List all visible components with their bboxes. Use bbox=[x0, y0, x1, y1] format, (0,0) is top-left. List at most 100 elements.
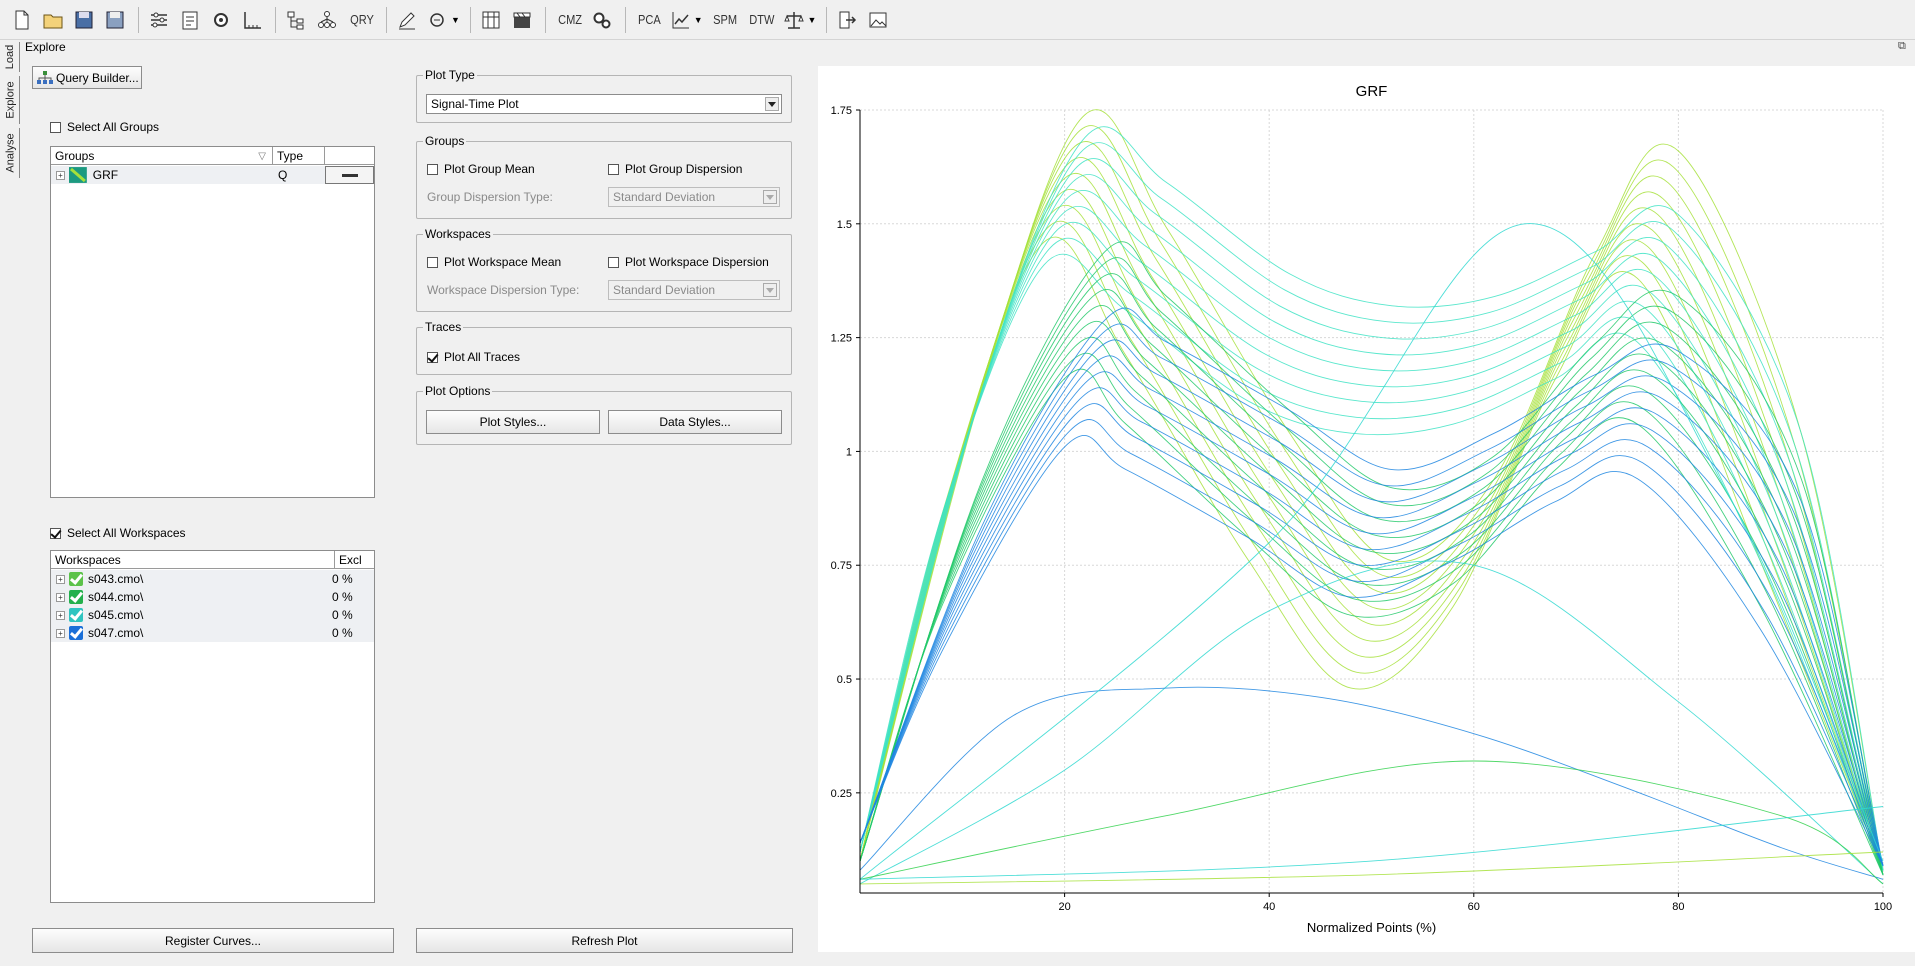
dropdown-arrow-icon[interactable] bbox=[763, 190, 777, 204]
series-line[interactable] bbox=[859, 220, 1884, 871]
data-styles-button[interactable]: Data Styles... bbox=[608, 410, 782, 434]
register-curves-button[interactable]: Register Curves... bbox=[32, 928, 394, 953]
group-style-swatch[interactable] bbox=[325, 166, 375, 184]
workspaces-column-header[interactable]: Workspaces bbox=[51, 551, 335, 569]
grf-chart[interactable]: 0.25 0.5 0.75 1 1.25 1.5 1.75 20 40 60 80 100 GRF Nor… bbox=[818, 66, 1915, 952]
series-line[interactable] bbox=[859, 307, 1884, 866]
calculator-button[interactable] bbox=[477, 6, 505, 34]
open-folder-button[interactable] bbox=[39, 6, 67, 34]
color-column-header[interactable] bbox=[325, 147, 374, 165]
plot-group-mean-box[interactable] bbox=[427, 163, 438, 175]
select-all-workspaces-checkbox[interactable]: Select All Workspaces bbox=[50, 526, 186, 540]
plot-group-mean-checkbox[interactable]: Plot Group Mean bbox=[427, 162, 535, 176]
plot-area[interactable]: 0.25 0.5 0.75 1 1.25 1.5 1.75 20 40 60 80 100 GRF Nor… bbox=[818, 66, 1915, 952]
image-button[interactable] bbox=[864, 6, 892, 34]
spm-button[interactable]: SPM bbox=[709, 6, 740, 34]
series-line[interactable] bbox=[859, 237, 1884, 871]
workspaces-table-header: Workspaces Excl bbox=[51, 551, 374, 569]
plot-all-traces-checkbox[interactable]: Plot All Traces bbox=[427, 350, 520, 364]
series-line[interactable] bbox=[859, 387, 1884, 866]
tree-hierarchy-button[interactable] bbox=[282, 6, 310, 34]
series-line[interactable] bbox=[859, 419, 1884, 866]
plot-styles-button[interactable]: Plot Styles... bbox=[426, 410, 600, 434]
plot-workspace-dispersion-box[interactable] bbox=[608, 256, 619, 268]
tab-load[interactable]: Load bbox=[2, 42, 20, 72]
series-line[interactable] bbox=[859, 320, 1884, 875]
balance-button[interactable] bbox=[780, 6, 808, 34]
plot-all-traces-box[interactable] bbox=[427, 351, 438, 363]
dropdown-arrow-icon[interactable]: ▼ bbox=[694, 15, 703, 25]
series-line[interactable] bbox=[859, 174, 1884, 871]
link-button[interactable] bbox=[424, 6, 452, 34]
plot-type-select[interactable]: Signal-Time Plot bbox=[426, 94, 782, 114]
dropdown-arrow-icon[interactable] bbox=[763, 283, 777, 297]
properties-button[interactable] bbox=[176, 6, 204, 34]
series-line[interactable] bbox=[859, 686, 1884, 880]
series-line[interactable] bbox=[859, 273, 1884, 875]
groups-table-header: Groups ▽ Type bbox=[51, 147, 374, 165]
series-line[interactable] bbox=[859, 304, 1884, 875]
workspace-row[interactable]: + s047.cmo\ 0 % bbox=[51, 624, 374, 642]
plot-group-dispersion-box[interactable] bbox=[608, 163, 619, 175]
dtw-button[interactable]: DTW bbox=[746, 6, 778, 34]
dropdown-arrow-icon[interactable] bbox=[765, 97, 779, 111]
plot-workspace-dispersion-checkbox[interactable]: Plot Workspace Dispersion bbox=[608, 255, 769, 269]
query-builder-button[interactable]: Query Builder... bbox=[32, 66, 142, 89]
select-all-groups-checkbox[interactable]: Select All Groups bbox=[50, 120, 159, 134]
tab-explore[interactable]: Explore bbox=[2, 76, 20, 124]
series-line[interactable] bbox=[859, 323, 1884, 866]
pca-button[interactable]: PCA bbox=[635, 6, 665, 34]
series-line[interactable] bbox=[859, 236, 1884, 871]
workspace-dispersion-type-select[interactable]: Standard Deviation bbox=[608, 280, 780, 300]
save-as-button[interactable] bbox=[101, 6, 129, 34]
save-button[interactable] bbox=[70, 6, 98, 34]
series-line[interactable] bbox=[859, 257, 1884, 875]
plot-styles-label: Plot Styles... bbox=[479, 415, 547, 429]
clapper-button[interactable] bbox=[508, 6, 536, 34]
refresh-plot-button[interactable]: Refresh Plot bbox=[416, 928, 793, 953]
edit-pen-button[interactable] bbox=[393, 6, 421, 34]
refresh-plot-label: Refresh Plot bbox=[571, 933, 638, 948]
workspace-row[interactable]: + s044.cmo\ 0 % bbox=[51, 588, 374, 606]
series-line[interactable] bbox=[859, 560, 1884, 885]
series-line[interactable] bbox=[859, 851, 1884, 885]
export-button[interactable] bbox=[833, 6, 861, 34]
gears-button[interactable] bbox=[588, 6, 616, 34]
expand-icon[interactable]: + bbox=[56, 610, 65, 620]
select-all-workspaces-box[interactable] bbox=[50, 527, 61, 539]
plot-group-dispersion-checkbox[interactable]: Plot Group Dispersion bbox=[608, 162, 742, 176]
undock-icon[interactable]: ⧉ bbox=[1898, 40, 1906, 53]
workspace-row[interactable]: + s045.cmo\ 0 % bbox=[51, 606, 374, 624]
plot-workspace-mean-box[interactable] bbox=[427, 256, 438, 268]
series-line[interactable] bbox=[859, 760, 1884, 885]
tab-analyse[interactable]: Analyse bbox=[2, 128, 20, 178]
series-line[interactable] bbox=[859, 142, 1884, 871]
measure-button[interactable] bbox=[238, 6, 266, 34]
plot-workspace-mean-checkbox[interactable]: Plot Workspace Mean bbox=[427, 255, 561, 269]
new-file-button[interactable] bbox=[8, 6, 36, 34]
settings-sliders-button[interactable] bbox=[145, 6, 173, 34]
cmz-button[interactable]: CMZ bbox=[555, 6, 586, 34]
config-gear-button[interactable] bbox=[207, 6, 235, 34]
toolbar-separator bbox=[544, 6, 546, 33]
line-chart-button[interactable] bbox=[667, 6, 695, 34]
select-all-groups-box[interactable] bbox=[50, 121, 61, 133]
groups-row-grf[interactable]: + GRF Q bbox=[51, 166, 375, 184]
network-button[interactable] bbox=[313, 6, 341, 34]
plot-group-dispersion-label: Plot Group Dispersion bbox=[625, 162, 743, 176]
excl-column-header[interactable]: Excl bbox=[335, 551, 374, 569]
series-line[interactable] bbox=[859, 355, 1884, 866]
expand-icon[interactable]: + bbox=[56, 574, 65, 584]
group-dispersion-type-select[interactable]: Standard Deviation bbox=[608, 187, 780, 207]
type-column-header[interactable]: Type bbox=[273, 147, 325, 165]
dropdown-arrow-icon[interactable]: ▼ bbox=[807, 15, 816, 25]
dropdown-arrow-icon[interactable]: ▼ bbox=[451, 15, 460, 25]
expand-icon[interactable]: + bbox=[56, 170, 65, 180]
series-line[interactable] bbox=[859, 403, 1884, 866]
series-line[interactable] bbox=[859, 806, 1884, 880]
qry-button[interactable]: QRY bbox=[347, 6, 378, 34]
workspace-row[interactable]: + s043.cmo\ 0 % bbox=[51, 570, 374, 588]
expand-icon[interactable]: + bbox=[56, 628, 65, 638]
groups-column-header[interactable]: Groups ▽ bbox=[51, 147, 273, 165]
expand-icon[interactable]: + bbox=[56, 592, 65, 602]
